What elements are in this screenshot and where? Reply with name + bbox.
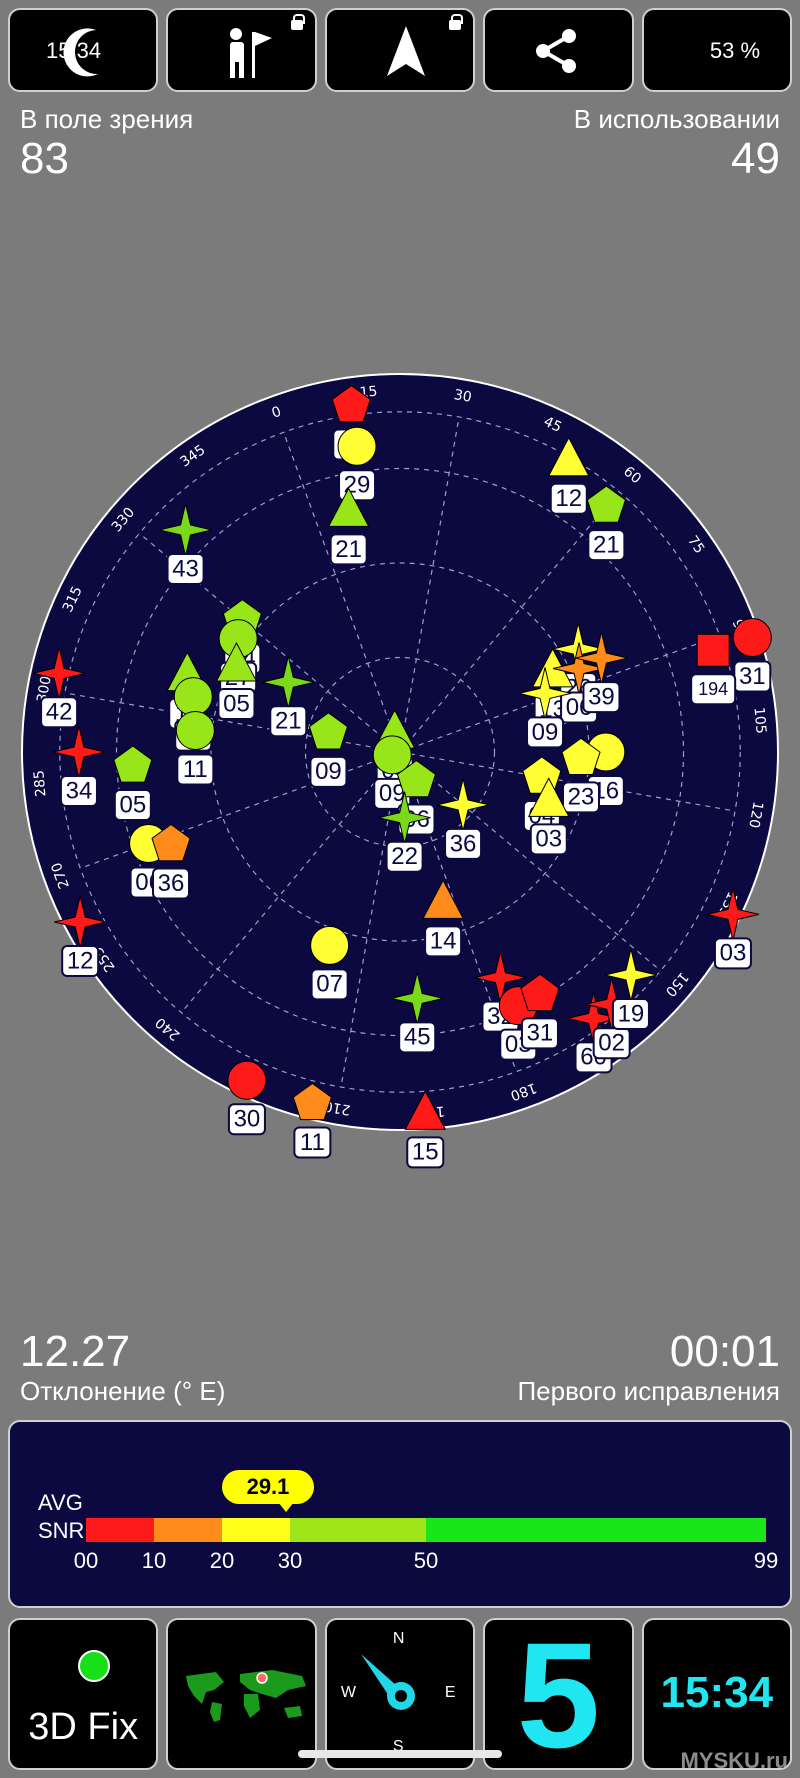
in-use-label: В использовании [573, 104, 780, 134]
snr-tick-label: 50 [413, 1548, 439, 1573]
bottom-widget-bar: 3D Fix N E S W 5 15:34 [8, 1618, 793, 1770]
satellite-circle-marker[interactable] [337, 426, 377, 466]
satellite-id-label: 22 [391, 843, 418, 870]
satellite-id-label: 09 [532, 719, 559, 746]
declination-block: 12.27 Отклонение (° E) [20, 1328, 225, 1407]
satellite-id-label: 31 [527, 1020, 554, 1047]
snr-segment-2 [222, 1518, 290, 1542]
battery-level: 53 % [709, 38, 761, 63]
snr-tick-label: 30 [277, 1548, 303, 1573]
in-view-block: В поле зрения 83 [20, 104, 193, 183]
in-use-block: В использовании 49 [574, 104, 780, 183]
lock-icon [290, 14, 305, 30]
satellite-id-label: 12 [67, 947, 94, 974]
tile-status[interactable]: 53 % [641, 8, 793, 92]
tile-navigation[interactable] [324, 8, 476, 92]
top-widget-bar: 15:34 53 % [8, 8, 793, 92]
satellite-id-label: 21 [593, 531, 620, 558]
avg-label: AVG [38, 1490, 83, 1515]
satellite-id-label: 03 [720, 940, 747, 967]
satellite-id-label: 31 [739, 663, 766, 690]
satellite-id-label: 23 [568, 784, 595, 811]
avg-snr-bubble: 29.1 [222, 1470, 314, 1512]
satellite-id-label: 09 [315, 758, 342, 785]
snr-tick-label: 00 [73, 1548, 99, 1573]
tile-night-mode[interactable]: 15:34 [8, 8, 159, 92]
satellite-id-label: 07 [316, 971, 343, 998]
satellite-id-label: 21 [275, 708, 302, 735]
satellite-id-label: 19 [618, 1000, 645, 1027]
satellite-id-label: 11 [300, 1129, 325, 1156]
satellite-id-label: 14 [430, 928, 457, 955]
snr-panel[interactable]: AVG SNR 29.1 00 10 20 30 50 99 [8, 1420, 792, 1608]
ttff-value: 00:01 [669, 1327, 780, 1376]
clock-value: 15:34 [660, 1668, 774, 1717]
in-use-value: 49 [731, 134, 780, 183]
satellite-square-marker[interactable] [696, 633, 730, 667]
azimuth-label: 30 [453, 387, 473, 406]
tile-world-map[interactable] [166, 1618, 317, 1770]
satellite-id-label: 42 [46, 699, 73, 726]
sky-plot[interactable]: 0153045607590105120135150165180195210225… [0, 360, 800, 1180]
snr-segment-1 [154, 1518, 222, 1542]
satellite-id-label: 05 [223, 690, 250, 717]
snr-tick-label: 10 [141, 1548, 167, 1573]
satellite-id-label: 21 [335, 536, 362, 563]
satellite-id-label: 12 [555, 485, 582, 512]
satellite-circle-marker[interactable] [227, 1060, 267, 1100]
satellite-circle-marker[interactable] [175, 710, 215, 750]
snr-segment-3 [290, 1518, 426, 1542]
snr-scale-bar [86, 1518, 766, 1542]
satellite-id-label: 36 [450, 830, 477, 857]
satellite-id-label: 15 [412, 1139, 439, 1166]
satellite-id-label: 34 [66, 777, 93, 804]
in-view-value: 83 [20, 134, 69, 183]
lock-icon [449, 14, 464, 30]
world-map-icon [176, 1666, 315, 1722]
satellite-id-label: 11 [183, 756, 208, 783]
satellite-id-label: 194 [698, 679, 728, 699]
satellite-id-label: 02 [598, 1030, 625, 1057]
satellite-count: 5 [516, 1618, 601, 1770]
home-indicator[interactable] [298, 1750, 502, 1758]
satellite-id-label: 45 [404, 1024, 431, 1051]
hiker-flag-icon [230, 28, 273, 78]
watermark: MYSKU.ru [680, 1748, 788, 1773]
satellite-id-label: 39 [588, 683, 615, 710]
satellite-id-label: 30 [234, 1106, 261, 1133]
navigation-arrow-icon [386, 26, 425, 76]
snr-segment-0 [86, 1518, 154, 1542]
snr-tick-label: 20 [209, 1548, 235, 1573]
tile-hiker-mode[interactable] [166, 8, 317, 92]
declination-label: Отклонение (° E) [20, 1376, 226, 1406]
declination-value: 12.27 [20, 1327, 131, 1376]
tile-satellite-count[interactable]: 5 [483, 1618, 634, 1770]
share-icon [536, 29, 577, 73]
satellite-circle-marker[interactable] [173, 677, 213, 717]
fix-label: 3D Fix [28, 1706, 139, 1748]
ttff-block: 00:01 Первого исправления [517, 1328, 780, 1407]
snr-tick-label: 99 [753, 1548, 779, 1573]
snr-label: SNR [38, 1518, 85, 1543]
fix-indicator-dot [78, 1650, 110, 1682]
azimuth-label: 285 [31, 769, 49, 797]
satellite-circle-marker[interactable] [732, 618, 772, 658]
compass-needle-icon [360, 1654, 415, 1710]
tile-share[interactable] [483, 8, 634, 92]
azimuth-label: 105 [750, 707, 768, 735]
ttff-label: Первого исправления [517, 1376, 780, 1406]
tile-compass[interactable]: N E S W [324, 1618, 476, 1770]
in-view-label: В поле зрения [20, 104, 194, 134]
satellite-id-label: 05 [119, 791, 146, 818]
moon-icon [63, 28, 98, 77]
snr-segment-4 [426, 1518, 766, 1542]
satellite-id-label: 03 [535, 826, 562, 853]
satellite-id-label: 43 [172, 555, 199, 582]
tile-fix-status[interactable]: 3D Fix [8, 1618, 159, 1770]
satellite-circle-marker[interactable] [310, 925, 350, 965]
satellite-id-label: 36 [158, 870, 185, 897]
